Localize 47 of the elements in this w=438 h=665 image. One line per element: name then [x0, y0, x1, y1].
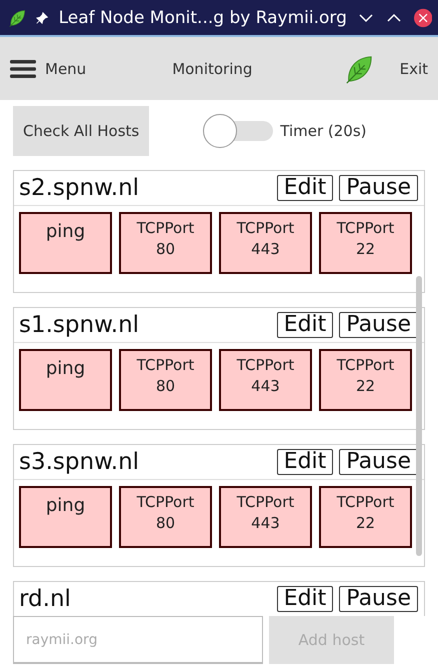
window-title: Leaf Node Monit...g by Raymii.org — [58, 8, 347, 28]
check-label: 22 — [356, 376, 376, 397]
exit-button[interactable]: Exit — [400, 60, 428, 78]
page-title: Monitoring — [172, 60, 254, 78]
edit-button[interactable]: Edit — [276, 175, 334, 201]
pin-icon[interactable] — [36, 10, 49, 26]
host-name: rd.nl — [19, 585, 72, 614]
timer-label: Timer (20s) — [280, 122, 366, 140]
check-label: ping — [46, 220, 86, 244]
check-label: TCPPort — [236, 218, 294, 239]
check-label: TCPPort — [236, 492, 294, 513]
check-label: 22 — [356, 513, 376, 534]
check-label: ping — [46, 494, 86, 518]
check-label: 443 — [251, 376, 280, 397]
check-all-button[interactable]: Check All Hosts — [13, 106, 150, 156]
check-label: TCPPort — [336, 492, 394, 513]
host-input[interactable]: raymii.org — [13, 616, 263, 664]
pause-button[interactable]: Pause — [339, 312, 418, 338]
check-label: TCPPort — [136, 355, 194, 376]
leaf-icon — [344, 54, 374, 84]
check-label: 443 — [251, 239, 280, 260]
edit-button[interactable]: Edit — [276, 586, 334, 612]
edit-button[interactable]: Edit — [276, 449, 334, 475]
pause-button[interactable]: Pause — [339, 586, 418, 612]
minimize-icon[interactable] — [359, 12, 374, 22]
host-name: s3.spnw.nl — [19, 448, 140, 477]
check-label: TCPPort — [336, 355, 394, 376]
pause-button[interactable]: Pause — [339, 175, 418, 201]
edit-button[interactable]: Edit — [276, 312, 334, 338]
timer-switch[interactable] — [203, 114, 274, 148]
check-label: 80 — [156, 239, 176, 260]
check-label: TCPPort — [136, 218, 194, 239]
scrollbar[interactable] — [416, 276, 422, 556]
maximize-icon[interactable] — [387, 12, 402, 22]
check-label: 80 — [156, 376, 176, 397]
host-name: s1.spnw.nl — [19, 311, 140, 340]
check-label: ping — [46, 357, 86, 381]
check-label: TCPPort — [236, 355, 294, 376]
menu-icon[interactable] — [10, 58, 36, 78]
pause-button[interactable]: Pause — [339, 449, 418, 475]
check-label: 80 — [156, 513, 176, 534]
menu-label[interactable]: Menu — [45, 60, 86, 78]
check-label: 22 — [356, 239, 376, 260]
host-name: s2.spnw.nl — [19, 174, 140, 203]
check-label: TCPPort — [136, 492, 194, 513]
check-label: 443 — [251, 513, 280, 534]
check-label: TCPPort — [336, 218, 394, 239]
